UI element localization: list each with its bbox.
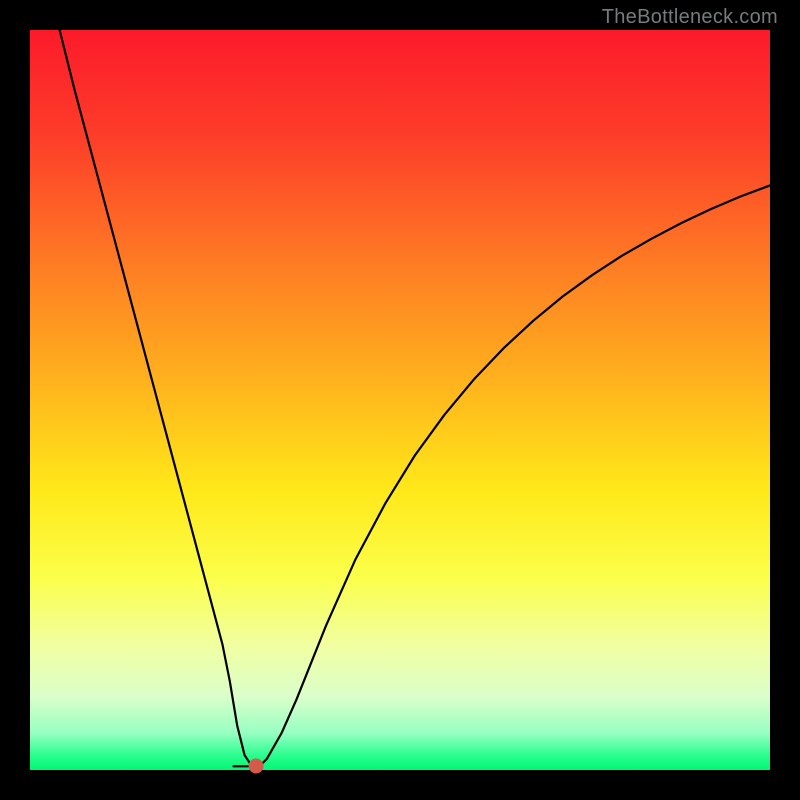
chart-frame: TheBottleneck.com [0,0,800,800]
curve-svg [30,30,770,770]
minimum-marker-dot [248,759,263,774]
bottleneck-curve [60,30,770,766]
plot-area [30,30,770,770]
watermark-text: TheBottleneck.com [602,6,778,29]
